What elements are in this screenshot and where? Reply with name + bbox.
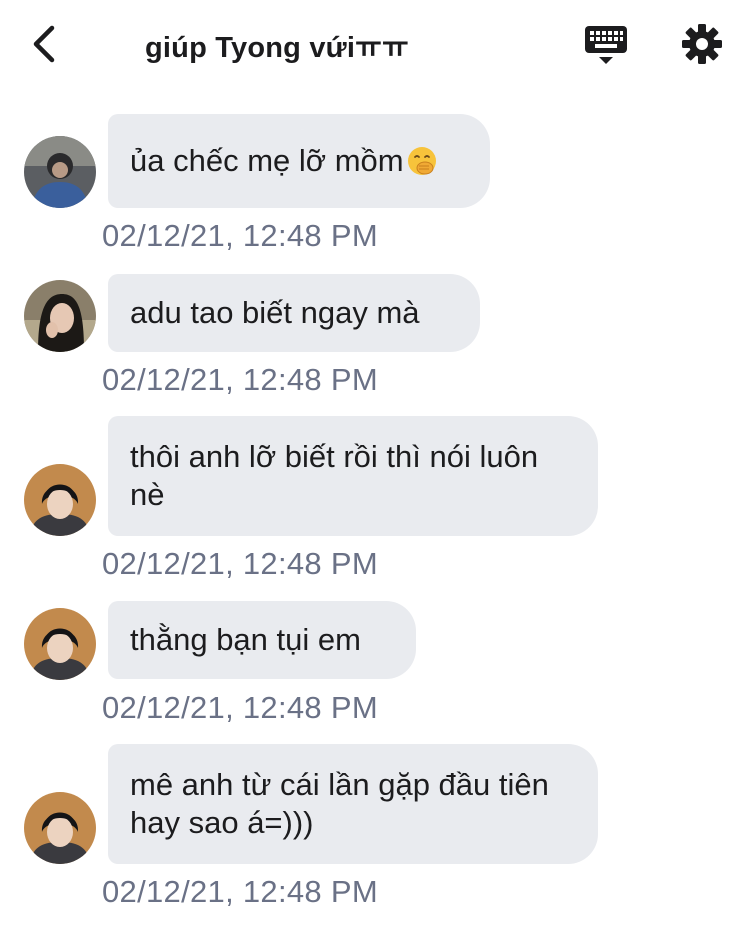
avatar[interactable] — [24, 280, 96, 352]
message-timestamp: 02/12/21, 12:48 PM — [102, 218, 378, 253]
avatar-image — [24, 464, 96, 536]
message-bubble[interactable]: adu tao biết ngay mà — [108, 274, 480, 352]
message-text: ủa chếc mẹ lỡ mồm — [130, 143, 404, 178]
message-text: thằng bạn tụi em — [130, 622, 361, 657]
message-bubble[interactable]: mê anh từ cái lần gặp đầu tiên hay sao á… — [108, 744, 598, 864]
message-bubble[interactable]: ủa chếc mẹ lỡ mồm — [108, 114, 490, 208]
avatar[interactable] — [24, 136, 96, 208]
avatar[interactable] — [24, 464, 96, 536]
message-timestamp: 02/12/21, 12:48 PM — [102, 690, 378, 725]
message-bubble[interactable]: thôi anh lỡ biết rồi thì nói luôn nè — [108, 416, 598, 536]
avatar-image — [24, 608, 96, 680]
keyboard-button[interactable] — [583, 24, 629, 66]
chat-header: giúp Tyong vứiㅠㅠ — [0, 0, 750, 90]
message-timestamp: 02/12/21, 12:48 PM — [102, 874, 378, 909]
chevron-left-icon — [33, 25, 55, 63]
face-with-hand-over-mouth-icon — [407, 147, 436, 175]
avatar-image — [24, 792, 96, 864]
settings-button[interactable] — [681, 23, 723, 65]
avatar-image — [24, 136, 96, 208]
message-timestamp: 02/12/21, 12:48 PM — [102, 362, 378, 397]
message-bubble[interactable]: thằng bạn tụi em — [108, 601, 416, 679]
avatar-image — [24, 280, 96, 352]
message-timestamp: 02/12/21, 12:48 PM — [102, 546, 378, 581]
avatar[interactable] — [24, 608, 96, 680]
back-button[interactable] — [26, 22, 66, 66]
message-text: mê anh từ cái lần gặp đầu tiên hay sao á… — [130, 767, 549, 840]
message-text: adu tao biết ngay mà — [130, 295, 420, 330]
gear-icon — [682, 24, 722, 64]
chat-title: giúp Tyong vứiㅠㅠ — [145, 32, 409, 64]
keyboard-icon — [585, 26, 627, 64]
message-text: thôi anh lỡ biết rồi thì nói luôn nè — [130, 439, 539, 512]
avatar[interactable] — [24, 792, 96, 864]
